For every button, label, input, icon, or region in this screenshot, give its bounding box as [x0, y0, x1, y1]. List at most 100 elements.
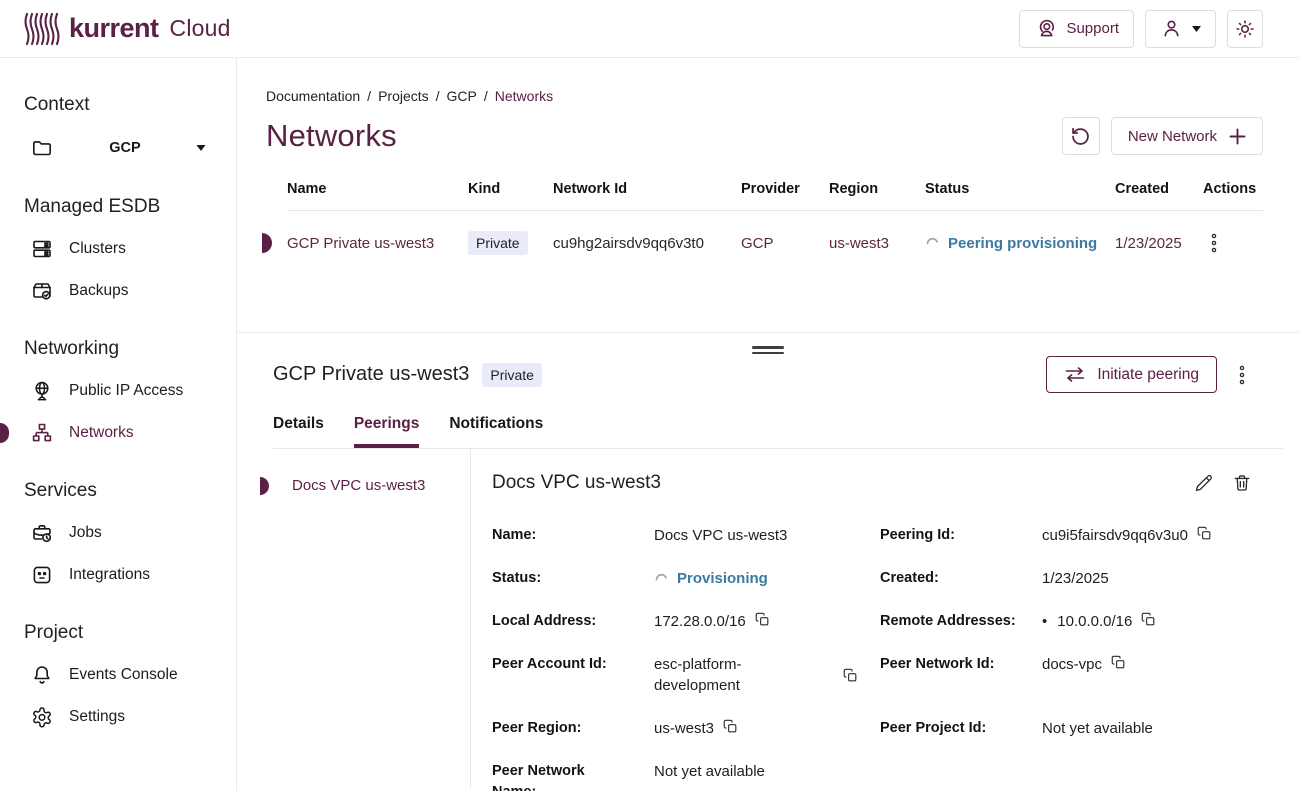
gear-icon	[30, 705, 54, 729]
breadcrumb-current: Networks	[495, 88, 553, 104]
theme-toggle-button[interactable]	[1227, 10, 1263, 48]
sidebar-item-settings[interactable]: Settings	[0, 696, 236, 738]
field-label: Peer Network Id:	[880, 654, 1042, 696]
selected-peering-indicator	[260, 477, 269, 495]
brand-name: kurrent	[69, 13, 159, 44]
sidebar-item-clusters[interactable]: Clusters	[0, 228, 236, 270]
network-detail-drawer: GCP Private us-west3 Private Initiate pe…	[237, 332, 1299, 791]
copy-peering-id-button[interactable]	[1197, 526, 1212, 541]
copy-icon	[1111, 655, 1126, 670]
context-select[interactable]: GCP	[0, 126, 236, 170]
plus-icon	[1229, 128, 1246, 145]
swap-arrows-icon	[1064, 367, 1086, 382]
integrations-outlet-icon	[30, 563, 54, 587]
tab-details[interactable]: Details	[273, 415, 324, 448]
bell-icon	[30, 663, 54, 687]
column-header-region: Region	[829, 181, 925, 197]
sidebar-item-label: Backups	[69, 282, 128, 300]
drawer-drag-handle[interactable]	[752, 343, 784, 357]
field-label: Peering Id:	[880, 525, 1042, 546]
sidebar-heading-services: Services	[24, 480, 236, 502]
jobs-icon	[30, 521, 54, 545]
sidebar-item-label: Networks	[69, 424, 134, 442]
sidebar-item-label: Jobs	[69, 524, 102, 542]
column-header-network-id: Network Id	[553, 181, 741, 197]
sidebar-item-label: Settings	[69, 708, 125, 726]
row-actions-kebab-button[interactable]	[1203, 229, 1225, 257]
peering-list-item[interactable]: Docs VPC us-west3	[273, 477, 470, 494]
column-header-status: Status	[925, 181, 1115, 197]
peering-list: Docs VPC us-west3	[237, 449, 471, 789]
drawer-title: GCP Private us-west3	[273, 363, 469, 386]
breadcrumb-link-gcp[interactable]: GCP	[447, 88, 477, 104]
peering-detail-panel: Docs VPC us-west3	[471, 449, 1299, 789]
sidebar-item-public-ip-access[interactable]: Public IP Access	[0, 370, 236, 412]
user-icon	[1160, 17, 1183, 40]
support-button[interactable]: Support	[1019, 10, 1134, 48]
new-network-button[interactable]: New Network	[1111, 117, 1263, 155]
cell-network-id: cu9hg2airsdv9qq6v3t0	[553, 235, 741, 252]
sidebar-item-label: Public IP Access	[69, 382, 183, 400]
chevron-down-icon	[1192, 26, 1201, 32]
kurrent-waves-icon	[24, 12, 60, 46]
field-label: Local Address:	[492, 611, 654, 632]
tab-notifications[interactable]: Notifications	[449, 415, 543, 448]
support-label: Support	[1066, 20, 1119, 37]
copy-local-address-button[interactable]	[755, 612, 770, 627]
main-content: Documentation/Projects/GCP/Networks Netw…	[237, 58, 1299, 791]
delete-peering-button[interactable]	[1230, 471, 1254, 495]
copy-remote-address-button[interactable]	[1141, 612, 1156, 627]
folder-icon	[30, 136, 54, 160]
column-header-provider: Provider	[741, 181, 829, 197]
copy-peer-network-id-button[interactable]	[1111, 655, 1126, 670]
tab-peerings[interactable]: Peerings	[354, 415, 419, 448]
copy-icon	[755, 612, 770, 627]
sidebar-heading-networking: Networking	[24, 338, 236, 360]
field-value: docs-vpc	[1042, 654, 1102, 675]
sidebar-item-backups[interactable]: Backups	[0, 270, 236, 312]
spinner-icon	[925, 237, 939, 249]
drawer-kind-badge: Private	[482, 363, 542, 387]
field-value: Docs VPC us-west3	[654, 525, 787, 546]
peering-title: Docs VPC us-west3	[492, 472, 661, 494]
initiate-peering-button[interactable]: Initiate peering	[1046, 356, 1217, 393]
sidebar-item-jobs[interactable]: Jobs	[0, 512, 236, 554]
table-row[interactable]: GCP Private us-west3 Private cu9hg2airsd…	[287, 211, 1263, 275]
globe-icon	[30, 379, 54, 403]
field-label: Name:	[492, 525, 654, 546]
top-bar: kurrent Cloud Support	[0, 0, 1299, 58]
field-value: cu9i5fairsdv9qq6v3u0	[1042, 525, 1188, 546]
trash-icon	[1232, 473, 1252, 493]
sun-icon	[1234, 18, 1256, 40]
field-label: Peer Network Name:	[492, 761, 654, 791]
breadcrumb-link-projects[interactable]: Projects	[378, 88, 429, 104]
sidebar-item-networks[interactable]: Networks	[0, 412, 236, 454]
breadcrumb-separator: /	[484, 88, 488, 104]
brand-logo[interactable]: kurrent Cloud	[24, 12, 231, 46]
sidebar-item-integrations[interactable]: Integrations	[0, 554, 236, 596]
initiate-peering-label: Initiate peering	[1097, 366, 1199, 384]
user-menu-button[interactable]	[1145, 10, 1216, 48]
copy-icon	[843, 668, 858, 683]
cell-provider: GCP	[741, 235, 829, 252]
edit-peering-button[interactable]	[1192, 471, 1216, 495]
peering-list-item-label: Docs VPC us-west3	[292, 477, 425, 494]
refresh-button[interactable]	[1062, 117, 1100, 155]
sidebar-item-events-console[interactable]: Events Console	[0, 654, 236, 696]
field-value: Not yet available	[1042, 718, 1153, 739]
drawer-tabs: Details Peerings Notifications	[273, 415, 1299, 448]
column-header-created: Created	[1115, 181, 1203, 197]
breadcrumb-link-documentation[interactable]: Documentation	[266, 88, 360, 104]
copy-peer-region-button[interactable]	[723, 719, 738, 734]
field-value: Not yet available	[654, 761, 765, 782]
drawer-actions-kebab-button[interactable]	[1231, 361, 1253, 389]
support-agent-icon	[1034, 17, 1057, 40]
cell-region: us-west3	[829, 235, 925, 252]
column-header-name: Name	[287, 181, 468, 197]
sidebar-item-label: Events Console	[69, 666, 178, 684]
copy-peer-account-id-button[interactable]	[843, 668, 858, 683]
field-value: esc-platform-development	[654, 654, 806, 696]
page-title: Networks	[266, 118, 397, 154]
peering-fields: Name: Docs VPC us-west3 Peering Id: cu9i…	[492, 525, 1254, 791]
sidebar-item-label: Integrations	[69, 566, 150, 584]
